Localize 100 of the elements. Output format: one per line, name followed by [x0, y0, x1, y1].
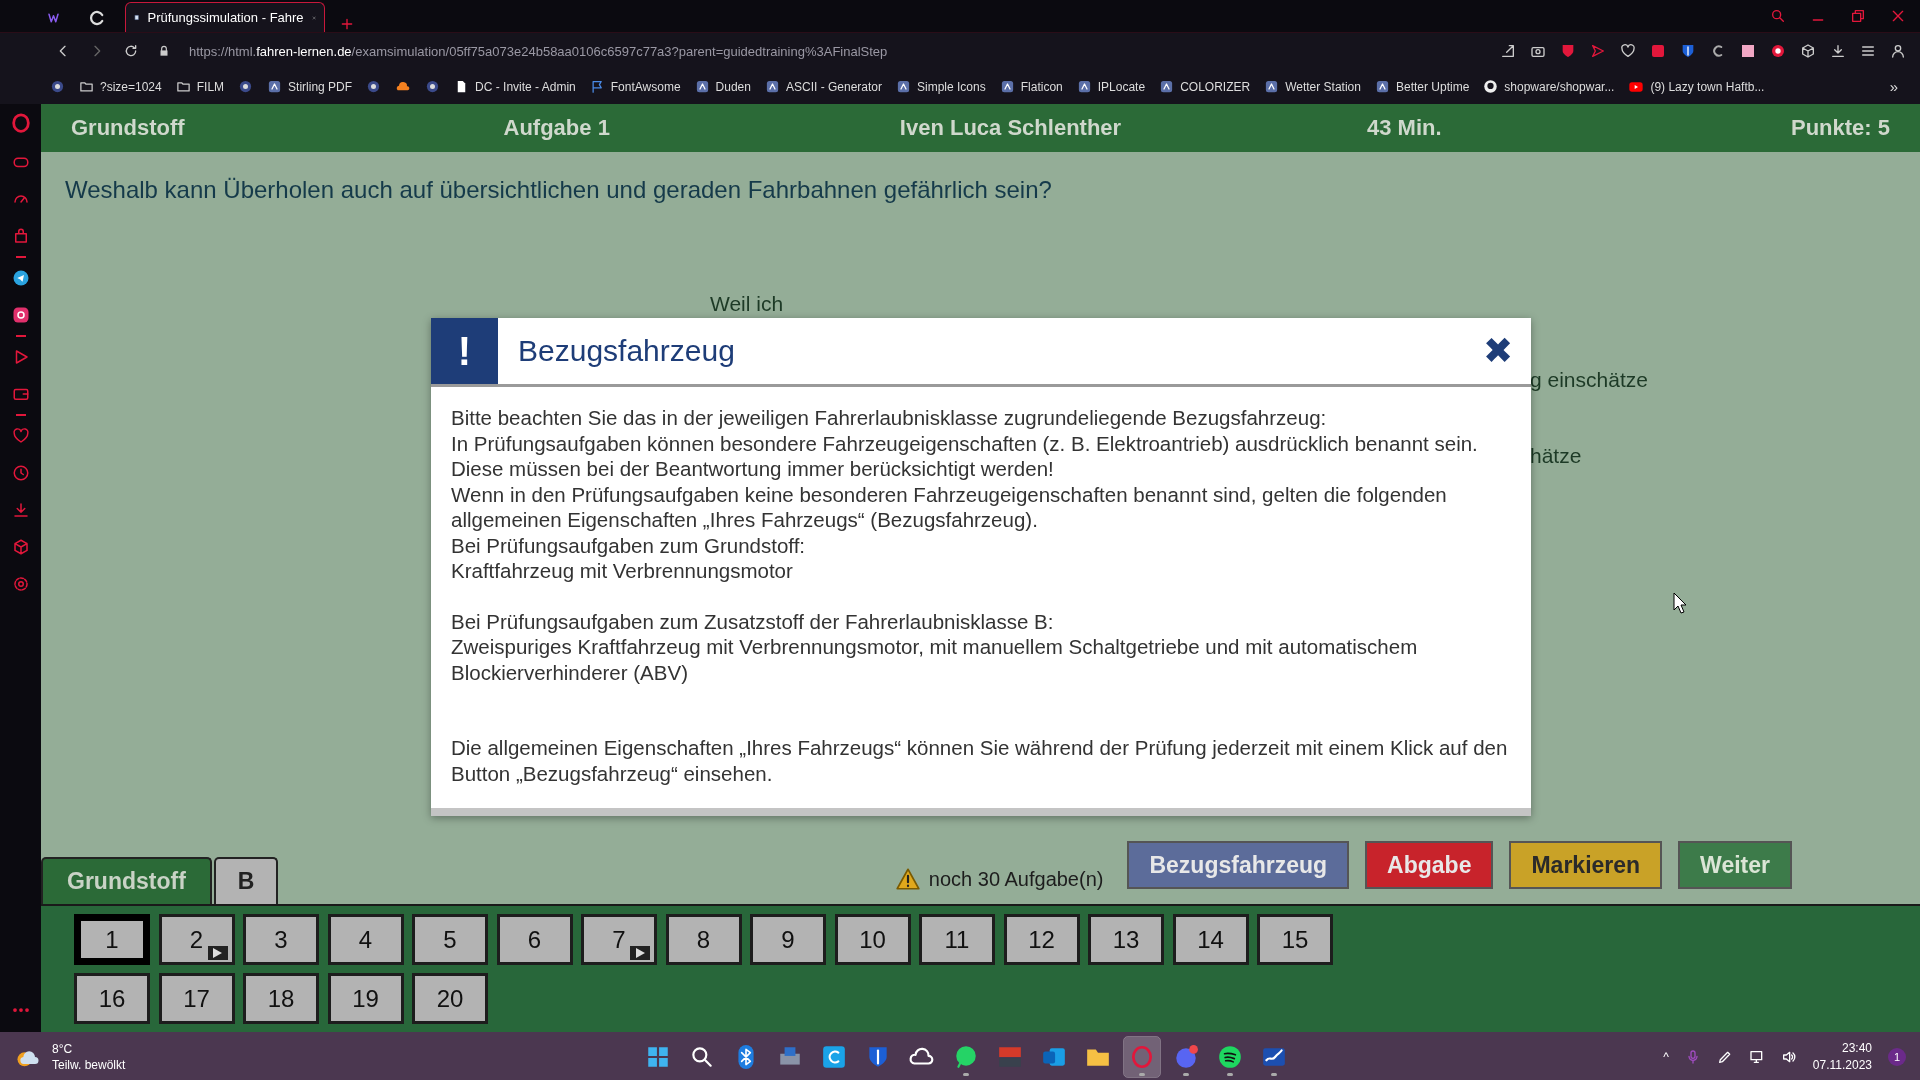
bookmark[interactable]: FILM: [175, 79, 225, 94]
warning-icon: [894, 866, 921, 892]
question-number-button[interactable]: 19: [327, 973, 404, 1024]
time-remaining: 43 Min.: [1366, 115, 1443, 141]
record-icon[interactable]: [1770, 43, 1786, 59]
vehicle-info-button[interactable]: Bezugsfahrzeug: [1127, 841, 1350, 889]
new-tab-icon[interactable]: [339, 16, 355, 32]
dialog-text: In Prüfungsaufgaben können besondere Fahrzeugeigenschaften (z. B. Elektroantrieb) ausdrücklich benannt sein.: [451, 430, 1479, 456]
bookmark[interactable]: Wetter Station: [1264, 79, 1361, 94]
app-icon: [238, 79, 254, 94]
network-icon[interactable]: [1748, 1048, 1765, 1065]
heart-icon[interactable]: [1620, 43, 1636, 59]
question-number-button[interactable]: 20: [412, 973, 488, 1024]
bookmark[interactable]: (9) Lazy town Haftb...: [1628, 78, 1765, 95]
address-field[interactable]: https://html.fahren-lernen.de/examsimulation/05ff75a073e24b58aa0106c6597c77a3?parent=guidedtraining%3AFinalStep: [189, 43, 888, 59]
temperature-text: 8°C: [52, 1040, 74, 1057]
question-number-button[interactable]: 3: [243, 914, 319, 965]
answer-text: g einschätze: [1530, 368, 1648, 392]
question-number-button[interactable]: 2: [158, 914, 235, 965]
question-text: Weshalb kann Überholen auch auf übersichtlichen und geraden Fahrbahnen gefährlich sein?: [65, 176, 1053, 204]
clock-icon[interactable]: [11, 464, 30, 482]
question-number-button[interactable]: 11: [919, 914, 995, 965]
bookmark[interactable]: Better Uptime: [1374, 79, 1470, 94]
close-button[interactable]: ✖: [1483, 330, 1513, 372]
points-label: Punkte: 5: [1789, 115, 1890, 141]
bookmark[interactable]: ?size=1024: [79, 79, 162, 94]
question-number-button[interactable]: 4: [327, 914, 404, 965]
site-icon: [1076, 79, 1092, 94]
share-icon[interactable]: [1500, 43, 1516, 59]
site-icon: [764, 79, 780, 94]
site-icon: [694, 79, 710, 94]
download-icon[interactable]: [1830, 43, 1846, 59]
profile-icon[interactable]: [1890, 43, 1906, 59]
dialog-text: Diese müssen bei der Beantwortung immer berücksichtigt werden!: [451, 456, 1055, 482]
question-number-button[interactable]: 1: [74, 914, 150, 965]
dialog-text: Bei Prüfungsaufgaben zum Grundstoff:: [451, 532, 807, 558]
dialog-text: Zweispuriges Kraftfahrzeug mit Verbrennungsmotor, mit manuellem Schaltgetriebe und mit automatischem Blockierverhinderer (ABV): [451, 634, 1419, 685]
bookmark[interactable]: ASCII - Generator: [764, 79, 882, 94]
shield-icon[interactable]: [1680, 43, 1696, 59]
question-number-button[interactable]: 17: [158, 973, 235, 1024]
question-number-button[interactable]: 13: [1088, 914, 1164, 965]
bookmark[interactable]: Flaticon: [999, 79, 1063, 94]
remaining-tasks-text: noch 30 Aufgabe(n): [928, 867, 1104, 891]
dialog-title: Bezugsfahrzeug: [518, 334, 736, 368]
bookmark[interactable]: COLORIZER: [1159, 79, 1251, 94]
question-number-button[interactable]: 18: [243, 973, 319, 1024]
weather-text: Teilw. bewölkt: [52, 1056, 126, 1073]
bookmark[interactable]: shopware/shopwar...: [1483, 79, 1615, 94]
mouse-pointer-icon: [1673, 592, 1687, 614]
settings-icon[interactable]: [11, 575, 30, 593]
question-number-button[interactable]: 12: [1003, 914, 1080, 965]
exclamation-icon: !: [431, 318, 498, 384]
camera-icon[interactable]: [11, 306, 30, 324]
question-number-button[interactable]: 14: [1172, 914, 1249, 965]
site-icon: [1159, 79, 1175, 94]
folder-icon: [175, 79, 191, 94]
question-number-button[interactable]: 5: [412, 914, 488, 965]
question-number-button[interactable]: 6: [496, 914, 573, 965]
bookmark[interactable]: Stirling PDF: [267, 79, 353, 94]
next-button[interactable]: Weiter: [1678, 841, 1792, 889]
bookmark[interactable]: Simple Icons: [896, 79, 986, 94]
section-tab[interactable]: B: [213, 857, 279, 904]
app-icon[interactable]: [821, 1043, 847, 1070]
chat-bubble-icon[interactable]: [953, 1043, 979, 1070]
extension-icon[interactable]: [1740, 43, 1756, 59]
question-number-button[interactable]: 9: [750, 914, 826, 965]
send-icon[interactable]: [1590, 43, 1606, 59]
cube-icon[interactable]: [1800, 43, 1816, 59]
task-label: Aufgabe 1: [502, 115, 611, 141]
bookmark[interactable]: Duden: [694, 79, 751, 94]
dialog-text: Kraftfahrzeug mit Verbrennungsmotor: [451, 558, 794, 584]
music-icon[interactable]: [1217, 1043, 1243, 1070]
question-number-button[interactable]: 7: [581, 914, 657, 965]
clock[interactable]: 23:40 07.11.2023: [1812, 1039, 1872, 1074]
bookmark[interactable]: FontAwsome: [589, 79, 681, 94]
user-name: Iven Luca Schlenther: [898, 115, 1123, 141]
submit-button[interactable]: Abgabe: [1365, 841, 1494, 889]
show-hidden-icons-button[interactable]: ^: [1663, 1049, 1669, 1064]
flag-icon: [589, 79, 605, 94]
close-icon[interactable]: [1890, 8, 1906, 24]
question-number-button[interactable]: 10: [834, 914, 911, 965]
site-icon: [267, 79, 283, 94]
mark-button[interactable]: Markieren: [1509, 841, 1663, 889]
restore-icon[interactable]: [1850, 8, 1866, 24]
bookmark[interactable]: DC - Invite - Admin: [454, 79, 576, 94]
section-tab[interactable]: Grundstoff: [41, 857, 212, 904]
dialog-text: Bitte beachten Sie das in der jeweiligen Fahrerlaubnisklasse zugrundeliegende Bezugsfahrzeug:: [451, 405, 1328, 431]
menu-icon[interactable]: [1860, 43, 1876, 59]
paper-plane-icon[interactable]: [11, 269, 30, 287]
question-number-button[interactable]: 8: [665, 914, 742, 965]
more-bookmarks-button[interactable]: »: [1889, 78, 1920, 95]
ring-logo-icon[interactable]: [9, 112, 32, 134]
app-icon: [50, 79, 65, 94]
question-number-button[interactable]: 15: [1257, 914, 1333, 965]
browser-tab[interactable]: Prüfungssimulation - Fahre: [125, 2, 325, 32]
notification-badge[interactable]: 1: [1888, 1047, 1906, 1066]
answer-text: Weil ich: [710, 292, 784, 316]
question-number-button[interactable]: 16: [74, 973, 150, 1024]
bookmark[interactable]: IPLocate: [1076, 79, 1146, 94]
site-icon: [999, 79, 1015, 94]
